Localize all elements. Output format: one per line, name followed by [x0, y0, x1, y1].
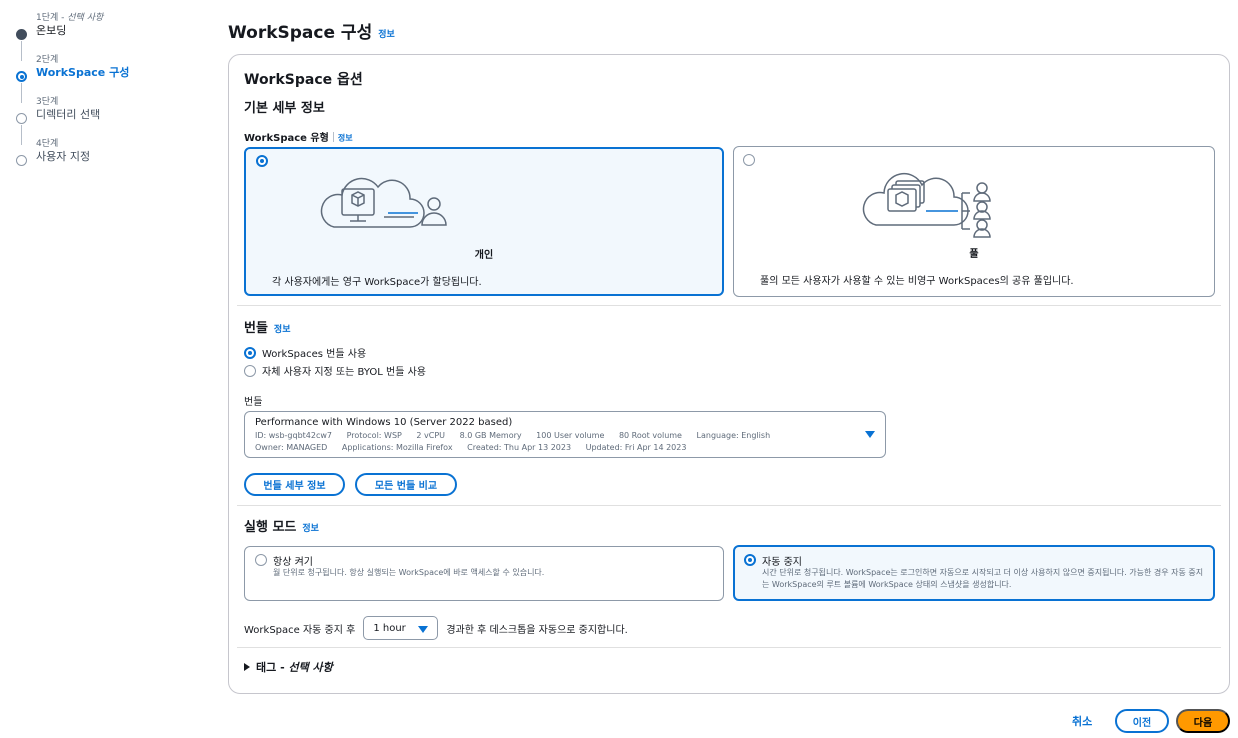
workspace-type-label-text: WorkSpace 유형: [244, 133, 329, 144]
separator: [332, 132, 334, 142]
bundle-details-line-1: ID: wsb-gqbt42cw7 Protocol: WSP 2 vCPU 8…: [255, 430, 875, 442]
bundle-details-button[interactable]: 번들 세부 정보: [244, 473, 345, 496]
tags-title: 태그: [256, 661, 277, 674]
personal-tile-label: 개인: [474, 250, 494, 261]
bundle-protocol: Protocol: WSP: [346, 431, 402, 440]
basic-details-heading: 기본 세부 정보: [244, 101, 325, 116]
expand-caret-icon: [244, 663, 250, 671]
auto-stop-radio[interactable]: [744, 554, 756, 566]
auto-stop-time-value: 1 hour: [373, 622, 406, 634]
workspace-type-personal-tile[interactable]: 개인 각 사용자에게는 영구 WorkSpace가 할당됩니다.: [244, 147, 724, 296]
auto-stop-title: 자동 중지: [762, 557, 802, 568]
bundle-info-link[interactable]: 정보: [274, 325, 291, 335]
next-button[interactable]: 다음: [1176, 709, 1230, 733]
pool-workspace-icon: [862, 172, 991, 238]
compare-bundles-button[interactable]: 모든 번들 비교: [355, 473, 457, 496]
bundle-created: Created: Thu Apr 13 2023: [467, 443, 572, 452]
run-mode-heading-text: 실행 모드: [244, 520, 297, 535]
step-1[interactable]: 1단계 - 선택 사항 온보딩: [14, 8, 214, 61]
bundle-select[interactable]: Performance with Windows 10 (Server 2022…: [244, 411, 886, 458]
auto-stop-description: 시간 단위로 청구됩니다. WorkSpace는 로그인하면 자동으로 시작되고…: [762, 568, 1204, 589]
step-current-icon: [16, 71, 27, 82]
bundle-option-workspaces[interactable]: WorkSpaces 번들 사용: [244, 345, 366, 360]
cancel-button[interactable]: 취소: [1072, 713, 1092, 729]
bundle-user-volume: 100 User volume: [536, 431, 605, 440]
step-number: 2단계: [36, 55, 59, 65]
step-number: 3단계: [36, 97, 59, 107]
step-number: 1단계: [36, 13, 59, 23]
auto-stop-suffix: 경과한 후 데스크톱을 자동으로 중지합니다.: [446, 624, 628, 636]
step-2: 2단계 WorkSpace 구성: [14, 50, 214, 103]
step-3: 3단계 디렉터리 선택: [14, 92, 214, 145]
step-title: 디렉터리 선택: [36, 108, 101, 121]
workspace-options-card: WorkSpace 옵션 기본 세부 정보 WorkSpace 유형 정보 개인 …: [228, 54, 1230, 694]
header-info-link[interactable]: 정보: [378, 30, 395, 40]
always-on-radio[interactable]: [255, 554, 267, 566]
card-title: WorkSpace 옵션: [244, 72, 363, 88]
run-mode-auto-stop-tile[interactable]: 자동 중지 시간 단위로 청구됩니다. WorkSpace는 로그인하면 자동으…: [733, 545, 1215, 601]
bundle-language: Language: English: [696, 431, 771, 440]
tags-expander[interactable]: 태그 - 선택 사항: [244, 659, 333, 675]
bundle-updated: Updated: Fri Apr 14 2023: [585, 443, 687, 452]
auto-stop-setting: WorkSpace 자동 중지 후 1 hour 경과한 후 데스크톱을 자동으…: [244, 616, 628, 640]
auto-stop-prefix: WorkSpace 자동 중지 후: [244, 624, 356, 636]
run-mode-heading: 실행 모드 정보: [244, 516, 319, 535]
pool-radio[interactable]: [743, 154, 755, 166]
bundle-vcpu: 2 vCPU: [416, 431, 446, 440]
personal-radio[interactable]: [256, 155, 268, 167]
always-on-title: 항상 켜기: [273, 557, 313, 568]
caret-down-icon: [865, 431, 875, 438]
bundle-select-title: Performance with Windows 10 (Server 2022…: [255, 417, 513, 428]
step-optional: 선택 사항: [67, 13, 104, 23]
step-pending-icon: [16, 155, 27, 166]
pool-tile-label: 풀: [969, 249, 979, 260]
wizard-stepper: 1단계 - 선택 사항 온보딩 2단계 WorkSpace 구성 3단계 디렉터…: [14, 8, 214, 176]
always-on-description: 월 단위로 청구됩니다. 항상 실행되는 WorkSpace에 바로 액세스할 …: [273, 568, 545, 577]
tags-optional: 선택 사항: [288, 661, 333, 674]
bundle-option-label: 자체 사용자 지정 또는 BYOL 번들 사용: [262, 367, 426, 378]
step-title[interactable]: 온보딩: [36, 24, 214, 38]
auto-stop-time-select[interactable]: 1 hour: [363, 616, 439, 640]
bundle-id: ID: wsb-gqbt42cw7: [255, 431, 333, 440]
bundle-owner: Owner: MANAGED: [255, 443, 328, 452]
workspace-type-label: WorkSpace 유형 정보: [244, 129, 353, 144]
step-title: 사용자 지정: [36, 150, 91, 163]
caret-down-icon: [418, 626, 429, 633]
bundle-heading: 번들 정보: [244, 317, 290, 336]
step-number: 4단계: [36, 139, 59, 149]
step-pending-icon: [16, 113, 27, 124]
personal-tile-description: 각 사용자에게는 영구 WorkSpace가 할당됩니다.: [272, 277, 482, 288]
bundle-option-custom-radio[interactable]: [244, 364, 256, 377]
bundle-select-label: 번들: [244, 397, 263, 408]
bundle-details-line-2: Owner: MANAGED Applications: Mozilla Fir…: [255, 442, 875, 454]
previous-button[interactable]: 이전: [1115, 709, 1169, 733]
section-divider: [237, 647, 1221, 648]
bundle-root-volume: 80 Root volume: [618, 431, 682, 440]
section-divider: [237, 305, 1221, 306]
step-title: WorkSpace 구성: [36, 66, 130, 79]
step-complete-icon: [16, 29, 27, 40]
run-mode-always-on-tile[interactable]: 항상 켜기 월 단위로 청구됩니다. 항상 실행되는 WorkSpace에 바로…: [244, 546, 724, 601]
bundle-option-custom[interactable]: 자체 사용자 지정 또는 BYOL 번들 사용: [244, 363, 426, 378]
section-divider: [237, 505, 1221, 506]
bundle-heading-text: 번들: [244, 321, 268, 336]
bundle-applications: Applications: Mozilla Firefox: [341, 443, 453, 452]
pool-tile-description: 풀의 모든 사용자가 사용할 수 있는 비영구 WorkSpaces의 공유 풀…: [760, 276, 1074, 287]
workspace-type-info-link[interactable]: 정보: [338, 134, 353, 143]
page-title-text: WorkSpace 구성: [228, 23, 373, 43]
bundle-memory: 8.0 GB Memory: [459, 431, 522, 440]
page-title: WorkSpace 구성 정보: [228, 18, 395, 43]
bundle-option-label: WorkSpaces 번들 사용: [262, 349, 367, 360]
workspace-type-pool-tile[interactable]: 풀 풀의 모든 사용자가 사용할 수 있는 비영구 WorkSpaces의 공유…: [733, 146, 1215, 297]
run-mode-info-link[interactable]: 정보: [302, 524, 319, 534]
personal-workspace-icon: [320, 177, 447, 228]
bundle-option-workspaces-radio[interactable]: [244, 346, 256, 359]
step-4: 4단계 사용자 지정: [14, 134, 214, 176]
